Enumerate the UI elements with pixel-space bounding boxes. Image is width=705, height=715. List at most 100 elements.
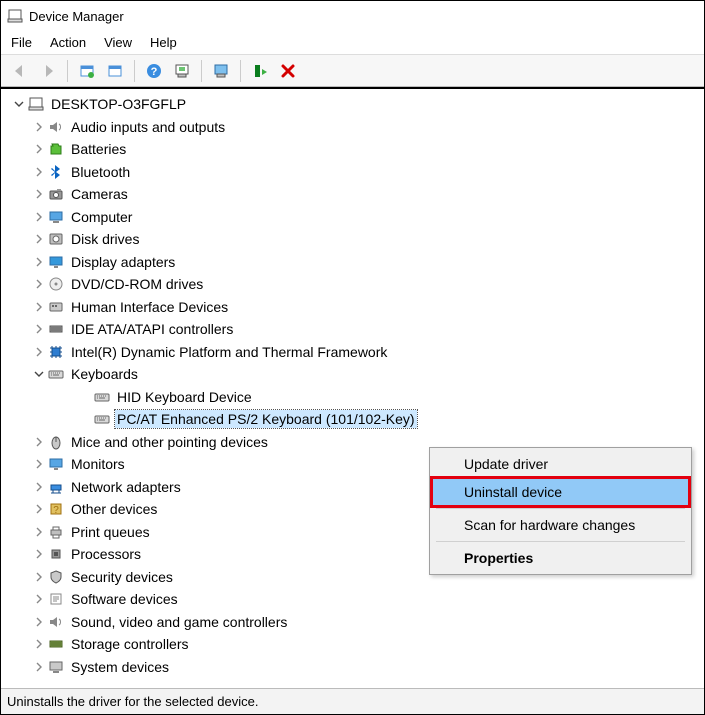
- device-tree-pane[interactable]: DESKTOP-O3FGFLPAudio inputs and outputsB…: [1, 87, 704, 688]
- printer-icon: [47, 523, 65, 541]
- svg-text:?: ?: [151, 66, 158, 78]
- tree-category[interactable]: Sound, video and game controllers: [5, 611, 704, 634]
- chevron-right-icon[interactable]: [31, 434, 47, 450]
- tree-category[interactable]: Cameras: [5, 183, 704, 206]
- forward-button[interactable]: [35, 58, 61, 84]
- uninstall-button[interactable]: [275, 58, 301, 84]
- device-label: HID Keyboard Device: [115, 388, 254, 406]
- disk-icon: [47, 230, 65, 248]
- chevron-right-icon[interactable]: [31, 524, 47, 540]
- chevron-right-icon[interactable]: [31, 659, 47, 675]
- refresh-button[interactable]: [102, 58, 128, 84]
- category-label: Keyboards: [69, 365, 140, 383]
- menu-help[interactable]: Help: [150, 35, 177, 50]
- tree-category[interactable]: Keyboards: [5, 363, 704, 386]
- tree-category[interactable]: Software devices: [5, 588, 704, 611]
- tree-category[interactable]: Disk drives: [5, 228, 704, 251]
- context-menu-item[interactable]: Update driver: [432, 450, 689, 478]
- category-label: Batteries: [69, 140, 128, 158]
- chevron-right-icon[interactable]: [31, 119, 47, 135]
- tree-category[interactable]: Bluetooth: [5, 161, 704, 184]
- chevron-right-icon[interactable]: [31, 501, 47, 517]
- computer-icon: [47, 208, 65, 226]
- properties-button[interactable]: [74, 58, 100, 84]
- speaker-icon: [47, 118, 65, 136]
- tree-category[interactable]: DVD/CD-ROM drives: [5, 273, 704, 296]
- category-label: Storage controllers: [69, 635, 191, 653]
- chevron-right-icon[interactable]: [31, 209, 47, 225]
- chevron-right-icon[interactable]: [31, 569, 47, 585]
- tree-category[interactable]: IDE ATA/ATAPI controllers: [5, 318, 704, 341]
- scan-button[interactable]: [169, 58, 195, 84]
- chevron-right-icon[interactable]: [31, 299, 47, 315]
- tree-root[interactable]: DESKTOP-O3FGFLP: [5, 93, 704, 116]
- category-label: Intel(R) Dynamic Platform and Thermal Fr…: [69, 343, 389, 361]
- install-driver-button[interactable]: [247, 58, 273, 84]
- cd-icon: [47, 275, 65, 293]
- category-label: System devices: [69, 658, 171, 676]
- tree-category[interactable]: Storage controllers: [5, 633, 704, 656]
- category-label: Human Interface Devices: [69, 298, 230, 316]
- toolbar-separator: [134, 60, 135, 82]
- back-button[interactable]: [7, 58, 33, 84]
- category-label: Display adapters: [69, 253, 177, 271]
- other-icon: ?: [47, 500, 65, 518]
- context-menu-separator: [436, 541, 685, 542]
- chevron-right-icon[interactable]: [31, 344, 47, 360]
- system-icon: [47, 658, 65, 676]
- chevron-right-icon[interactable]: [31, 591, 47, 607]
- battery-icon: [47, 140, 65, 158]
- tree-category[interactable]: Human Interface Devices: [5, 296, 704, 319]
- chevron-right-icon[interactable]: [31, 456, 47, 472]
- menu-view[interactable]: View: [104, 35, 132, 50]
- category-label: Software devices: [69, 590, 180, 608]
- category-label: Mice and other pointing devices: [69, 433, 270, 451]
- chevron-right-icon[interactable]: [31, 276, 47, 292]
- camera-icon: [47, 185, 65, 203]
- chevron-right-icon[interactable]: [31, 141, 47, 157]
- keyboard-icon: [93, 410, 111, 428]
- statusbar: Uninstalls the driver for the selected d…: [1, 688, 704, 714]
- menu-file[interactable]: File: [11, 35, 32, 50]
- tree-category[interactable]: Batteries: [5, 138, 704, 161]
- window-title: Device Manager: [29, 9, 124, 24]
- toolbar-separator: [67, 60, 68, 82]
- chevron-right-icon[interactable]: [31, 479, 47, 495]
- update-driver-button[interactable]: [208, 58, 234, 84]
- chevron-right-icon[interactable]: [31, 254, 47, 270]
- bluetooth-icon: [47, 163, 65, 181]
- context-menu-item[interactable]: Properties: [432, 544, 689, 572]
- svg-text:?: ?: [53, 505, 59, 516]
- chevron-right-icon[interactable]: [31, 614, 47, 630]
- mouse-icon: [47, 433, 65, 451]
- tree-category[interactable]: System devices: [5, 656, 704, 679]
- category-label: Bluetooth: [69, 163, 132, 181]
- chevron-right-icon[interactable]: [31, 186, 47, 202]
- chevron-right-icon[interactable]: [31, 164, 47, 180]
- tree-category[interactable]: Intel(R) Dynamic Platform and Thermal Fr…: [5, 341, 704, 364]
- tree-device[interactable]: PC/AT Enhanced PS/2 Keyboard (101/102-Ke…: [5, 408, 704, 431]
- tree-category[interactable]: Audio inputs and outputs: [5, 116, 704, 139]
- category-label: Other devices: [69, 500, 159, 518]
- chevron-down-icon[interactable]: [31, 366, 47, 382]
- tree-category[interactable]: Display adapters: [5, 251, 704, 274]
- tree-category[interactable]: Computer: [5, 206, 704, 229]
- monitor-icon: [47, 455, 65, 473]
- menu-action[interactable]: Action: [50, 35, 86, 50]
- category-label: Sound, video and game controllers: [69, 613, 289, 631]
- tree-device[interactable]: HID Keyboard Device: [5, 386, 704, 409]
- context-menu-item[interactable]: Uninstall device: [432, 478, 689, 506]
- display-icon: [47, 253, 65, 271]
- chevron-down-icon[interactable]: [11, 96, 27, 112]
- chevron-right-icon[interactable]: [31, 231, 47, 247]
- keyboard-icon: [93, 388, 111, 406]
- cpu-icon: [47, 545, 65, 563]
- network-icon: [47, 478, 65, 496]
- help-button[interactable]: ?: [141, 58, 167, 84]
- toolbar-separator: [201, 60, 202, 82]
- context-menu-item[interactable]: Scan for hardware changes: [432, 511, 689, 539]
- chevron-right-icon[interactable]: [31, 546, 47, 562]
- chevron-right-icon[interactable]: [31, 636, 47, 652]
- chevron-right-icon[interactable]: [31, 321, 47, 337]
- ide-icon: [47, 320, 65, 338]
